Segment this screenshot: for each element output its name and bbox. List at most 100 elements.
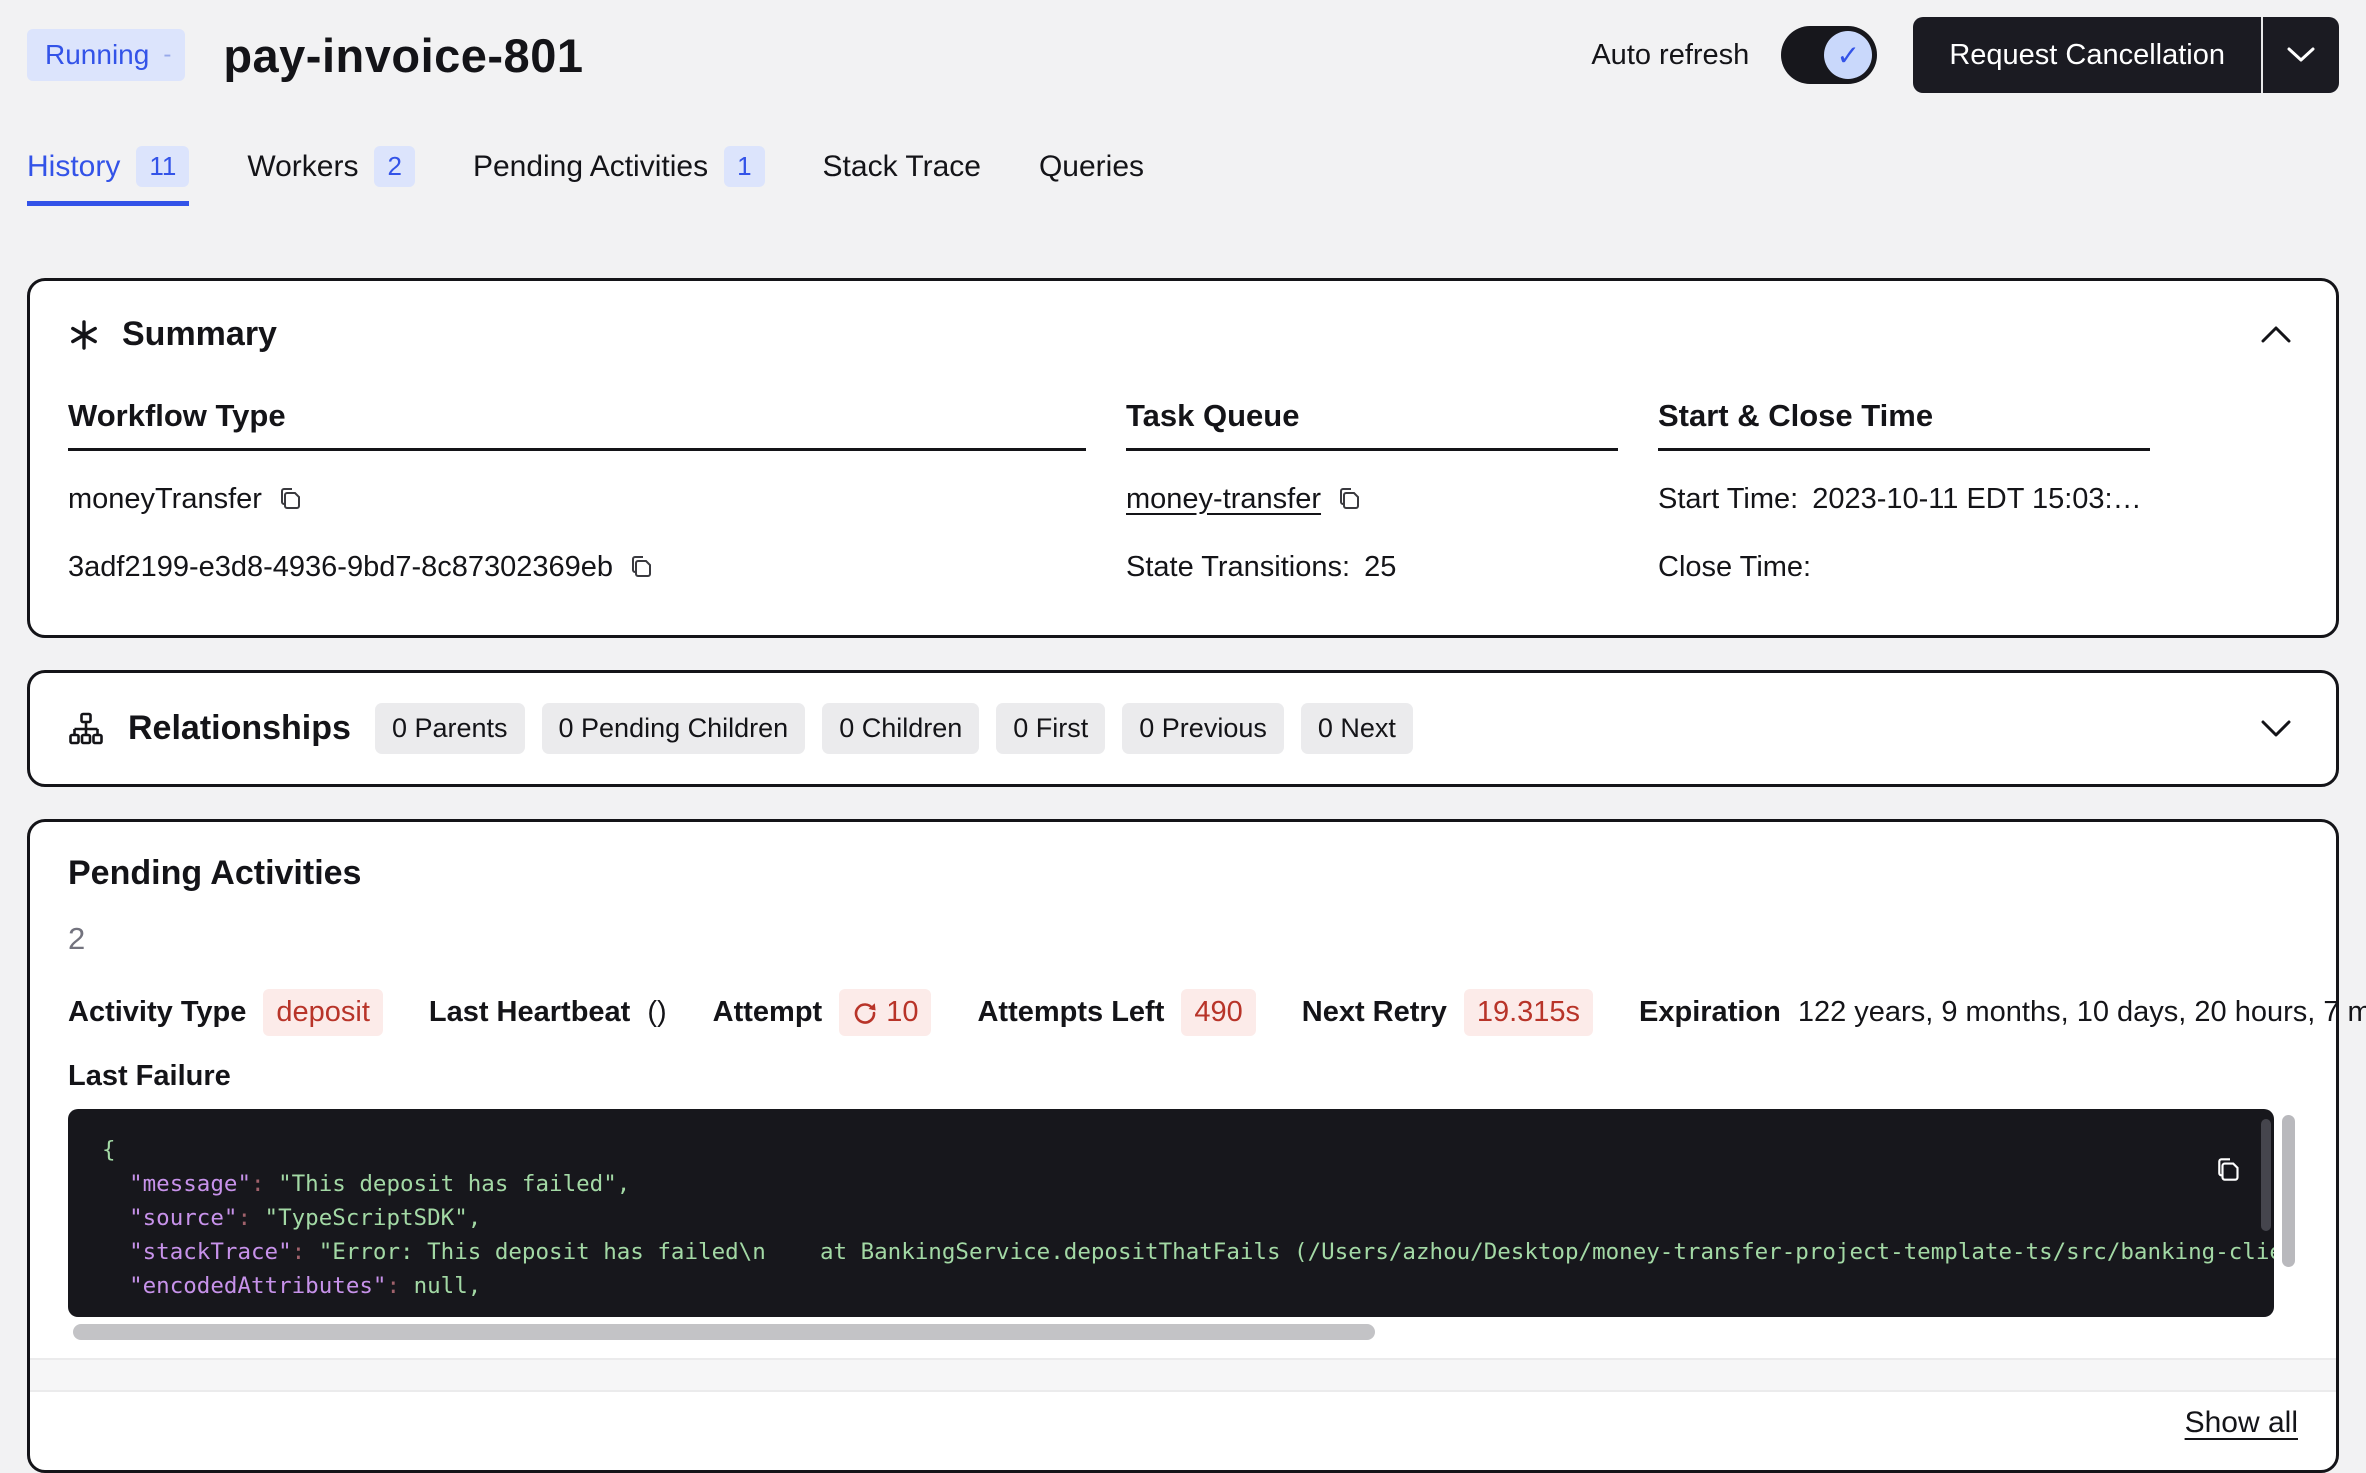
summary-header: Summary xyxy=(68,315,2298,354)
summary-card: Summary Workflow Type moneyTransfer 3adf… xyxy=(27,278,2339,638)
show-all-link[interactable]: Show all xyxy=(2185,1406,2298,1440)
children-badge: 0 Children xyxy=(822,703,979,754)
status-badge[interactable]: Running - xyxy=(27,29,185,81)
tab-label: History xyxy=(27,150,120,184)
page-header: Running - pay-invoice-801 Auto refresh ✓… xyxy=(27,0,2339,80)
last-failure-code-block[interactable]: {"message": "This deposit has failed", "s… xyxy=(68,1109,2274,1317)
cancellation-menu-button[interactable] xyxy=(2261,17,2339,93)
request-cancellation-split-button: Request Cancellation xyxy=(1913,17,2339,93)
activity-type-label: Activity Type xyxy=(68,996,246,1029)
times-column: Start & Close Time Start Time: 2023-10-1… xyxy=(1658,398,2150,587)
chevron-up-icon xyxy=(2260,325,2292,344)
tab-label: Workers xyxy=(247,150,358,184)
task-queue-row: money-transfer xyxy=(1126,479,1618,519)
copy-icon xyxy=(278,485,306,513)
copy-button[interactable] xyxy=(276,483,308,515)
copy-button[interactable] xyxy=(1335,483,1367,515)
last-failure-code-wrap: {"message": "This deposit has failed", "s… xyxy=(68,1109,2274,1340)
next-badge: 0 Next xyxy=(1301,703,1413,754)
expiration-label: Expiration xyxy=(1639,996,1781,1029)
code-line: "message": "This deposit has failed", xyxy=(102,1167,2240,1201)
auto-refresh-label: Auto refresh xyxy=(1591,39,1749,72)
tab-bar: History 11 Workers 2 Pending Activities … xyxy=(27,146,2339,206)
pending-activities-count: 2 xyxy=(68,921,2298,957)
task-queue-link[interactable]: money-transfer xyxy=(1126,483,1321,516)
code-line: { xyxy=(102,1133,2240,1167)
workflow-detail-page: Running - pay-invoice-801 Auto refresh ✓… xyxy=(0,0,2366,1473)
start-time-value: 2023-10-11 EDT 15:03:… xyxy=(1812,483,2141,516)
tab-label: Queries xyxy=(1039,150,1144,184)
next-retry-badge: 19.315s xyxy=(1464,989,1593,1036)
times-heading: Start & Close Time xyxy=(1658,398,2150,451)
attempts-left-label: Attempts Left xyxy=(977,996,1164,1029)
summary-star-icon xyxy=(68,319,100,351)
copy-icon xyxy=(1337,485,1365,513)
code-line: "stackTrace": "Error: This deposit has f… xyxy=(102,1235,2240,1269)
workflow-type-value: moneyTransfer xyxy=(68,483,262,516)
attempts-left-badge: 490 xyxy=(1181,989,1255,1036)
attempt-value: 10 xyxy=(886,996,918,1029)
last-failure-label: Last Failure xyxy=(68,1060,2298,1093)
attempt-badge: 10 xyxy=(839,989,931,1036)
summary-title: Summary xyxy=(122,315,277,354)
status-caret-icon: - xyxy=(163,43,171,67)
tab-label: Pending Activities xyxy=(473,150,708,184)
tab-count-badge: 2 xyxy=(374,146,414,187)
workflow-type-column: Workflow Type moneyTransfer 3adf2199-e3d… xyxy=(68,398,1086,587)
tab-pending-activities[interactable]: Pending Activities 1 xyxy=(473,146,765,206)
attempt-label: Attempt xyxy=(713,996,823,1029)
parents-badge: 0 Parents xyxy=(375,703,525,754)
expiration-value: 122 years, 9 months, 10 days, 20 hours, … xyxy=(1798,996,2366,1029)
run-id-row: 3adf2199-e3d8-4936-9bd7-8c87302369eb xyxy=(68,547,1086,587)
start-time-label: Start Time: xyxy=(1658,483,1798,516)
state-transitions-label: State Transitions: xyxy=(1126,551,1350,584)
tab-label: Stack Trace xyxy=(823,150,981,184)
last-heartbeat-pair: Last Heartbeat () xyxy=(429,996,667,1029)
close-time-label: Close Time: xyxy=(1658,551,1811,584)
request-cancellation-button[interactable]: Request Cancellation xyxy=(1913,17,2261,93)
first-badge: 0 First xyxy=(996,703,1105,754)
last-heartbeat-label: Last Heartbeat xyxy=(429,996,630,1029)
chevron-down-icon xyxy=(2260,719,2292,738)
relationship-badges: 0 Parents 0 Pending Children 0 Children … xyxy=(375,703,1413,754)
relationships-expand-button[interactable] xyxy=(2254,713,2298,744)
header-actions: Auto refresh ✓ Request Cancellation xyxy=(1591,17,2339,93)
tab-history[interactable]: History 11 xyxy=(27,146,189,206)
close-time-row: Close Time: xyxy=(1658,547,2150,587)
tab-stack-trace[interactable]: Stack Trace xyxy=(823,146,981,206)
tab-workers[interactable]: Workers 2 xyxy=(247,146,415,206)
run-id-value: 3adf2199-e3d8-4936-9bd7-8c87302369eb xyxy=(68,551,613,584)
relationships-title: Relationships xyxy=(128,709,351,748)
attempts-left-pair: Attempts Left 490 xyxy=(977,989,1255,1036)
retry-icon xyxy=(852,1000,878,1026)
copy-button[interactable] xyxy=(627,551,659,583)
last-heartbeat-value: () xyxy=(647,996,666,1029)
summary-collapse-button[interactable] xyxy=(2254,319,2298,350)
vertical-scrollbar-thumb[interactable] xyxy=(2282,1115,2295,1267)
code-scrollbar-thumb[interactable] xyxy=(2261,1119,2271,1231)
auto-refresh-toggle[interactable]: ✓ xyxy=(1781,26,1877,84)
start-time-row: Start Time: 2023-10-11 EDT 15:03:… xyxy=(1658,479,2150,519)
next-retry-label: Next Retry xyxy=(1302,996,1447,1029)
tab-queries[interactable]: Queries xyxy=(1039,146,1144,206)
previous-badge: 0 Previous xyxy=(1122,703,1284,754)
attempt-pair: Attempt 10 xyxy=(713,989,932,1036)
horizontal-scrollbar-thumb[interactable] xyxy=(73,1324,1375,1340)
next-retry-pair: Next Retry 19.315s xyxy=(1302,989,1593,1036)
workflow-type-row: moneyTransfer xyxy=(68,479,1086,519)
show-all-row: Show all xyxy=(68,1406,2298,1448)
horizontal-scrollbar xyxy=(68,1324,2274,1340)
pending-activities-card: Pending Activities 2 Activity Type depos… xyxy=(27,819,2339,1473)
workflow-type-heading: Workflow Type xyxy=(68,398,1086,451)
expiration-pair: Expiration 122 years, 9 months, 10 days,… xyxy=(1639,996,2366,1029)
code-line: "encodedAttributes": null, xyxy=(102,1269,2240,1303)
copy-icon xyxy=(629,553,657,581)
activity-fields-row: Activity Type deposit Last Heartbeat () … xyxy=(68,989,2298,1036)
activity-type-pair: Activity Type deposit xyxy=(68,989,383,1036)
copy-icon xyxy=(2215,1155,2245,1185)
code-copy-button[interactable] xyxy=(2215,1125,2252,1215)
hierarchy-icon xyxy=(68,711,104,747)
pending-children-badge: 0 Pending Children xyxy=(542,703,806,754)
status-label: Running xyxy=(45,39,149,71)
pending-activities-title: Pending Activities xyxy=(68,854,2298,893)
